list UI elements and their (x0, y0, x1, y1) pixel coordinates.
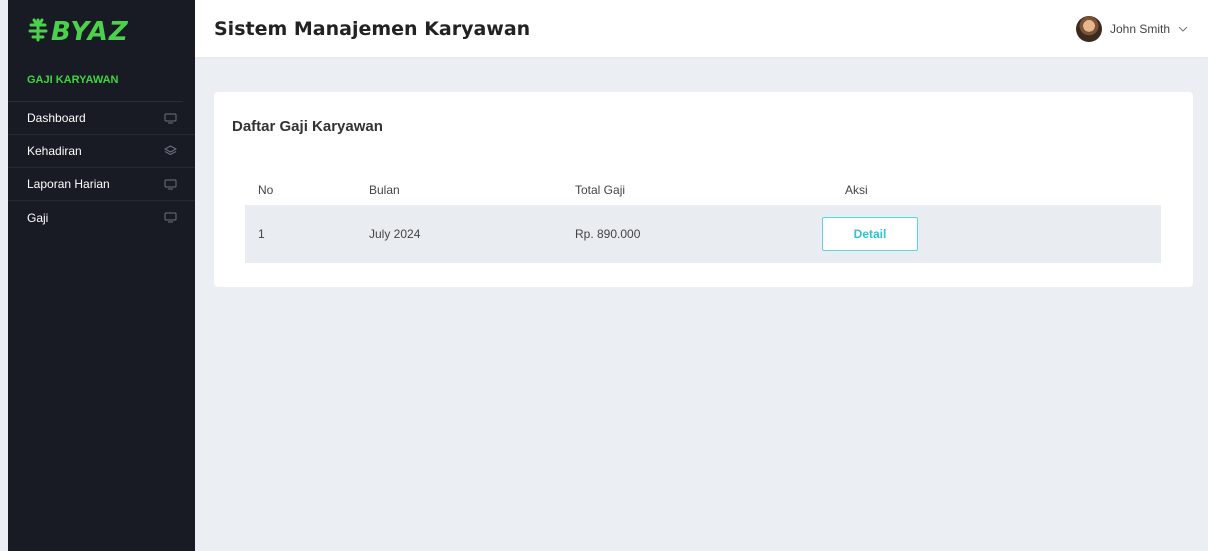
sidebar-item-label: Laporan Harian (27, 177, 110, 191)
sidebar: BYAZ GAJI KARYAWAN Dashboard Kehadiran L… (8, 0, 195, 551)
monitor-icon (163, 178, 177, 190)
cell-total-gaji: Rp. 890.000 (575, 227, 641, 241)
column-header-aksi: Aksi (845, 183, 868, 197)
sidebar-item-kehadiran[interactable]: Kehadiran (8, 135, 195, 168)
table-row: 1 July 2024 Rp. 890.000 Detail (245, 205, 1161, 263)
cell-no: 1 (258, 227, 265, 241)
monitor-icon (163, 112, 177, 124)
page-title: Sistem Manajemen Karyawan (214, 17, 531, 40)
card-title: Daftar Gaji Karyawan (232, 118, 383, 135)
sidebar-nav: Dashboard Kehadiran Laporan Harian Gaji (8, 102, 195, 234)
avatar (1075, 15, 1102, 42)
logo-text: BYAZ (51, 17, 129, 47)
sidebar-item-label: Dashboard (27, 111, 86, 125)
logo-mark-icon (27, 17, 49, 48)
column-header-bulan: Bulan (369, 183, 400, 197)
detail-button[interactable]: Detail (822, 217, 918, 251)
monitor-icon (163, 212, 177, 224)
sidebar-item-laporan-harian[interactable]: Laporan Harian (8, 168, 195, 201)
sidebar-item-gaji[interactable]: Gaji (8, 201, 195, 234)
user-name: John Smith (1109, 21, 1170, 36)
cell-bulan: July 2024 (369, 227, 421, 241)
column-header-total-gaji: Total Gaji (575, 183, 626, 197)
sidebar-section-title: GAJI KARYAWAN (8, 64, 183, 102)
sidebar-item-label: Gaji (27, 210, 49, 225)
brand-logo[interactable]: BYAZ (8, 0, 195, 64)
sidebar-item-dashboard[interactable]: Dashboard (8, 102, 195, 135)
chevron-down-icon (1178, 26, 1188, 32)
user-menu[interactable]: John Smith (1075, 15, 1188, 42)
sidebar-item-label: Kehadiran (27, 144, 82, 158)
layers-icon (163, 145, 177, 157)
top-bar: Sistem Manajemen Karyawan John Smith (195, 0, 1208, 57)
table-header: No Bulan Total Gaji Aksi (245, 176, 1161, 204)
column-header-no: No (258, 183, 274, 197)
